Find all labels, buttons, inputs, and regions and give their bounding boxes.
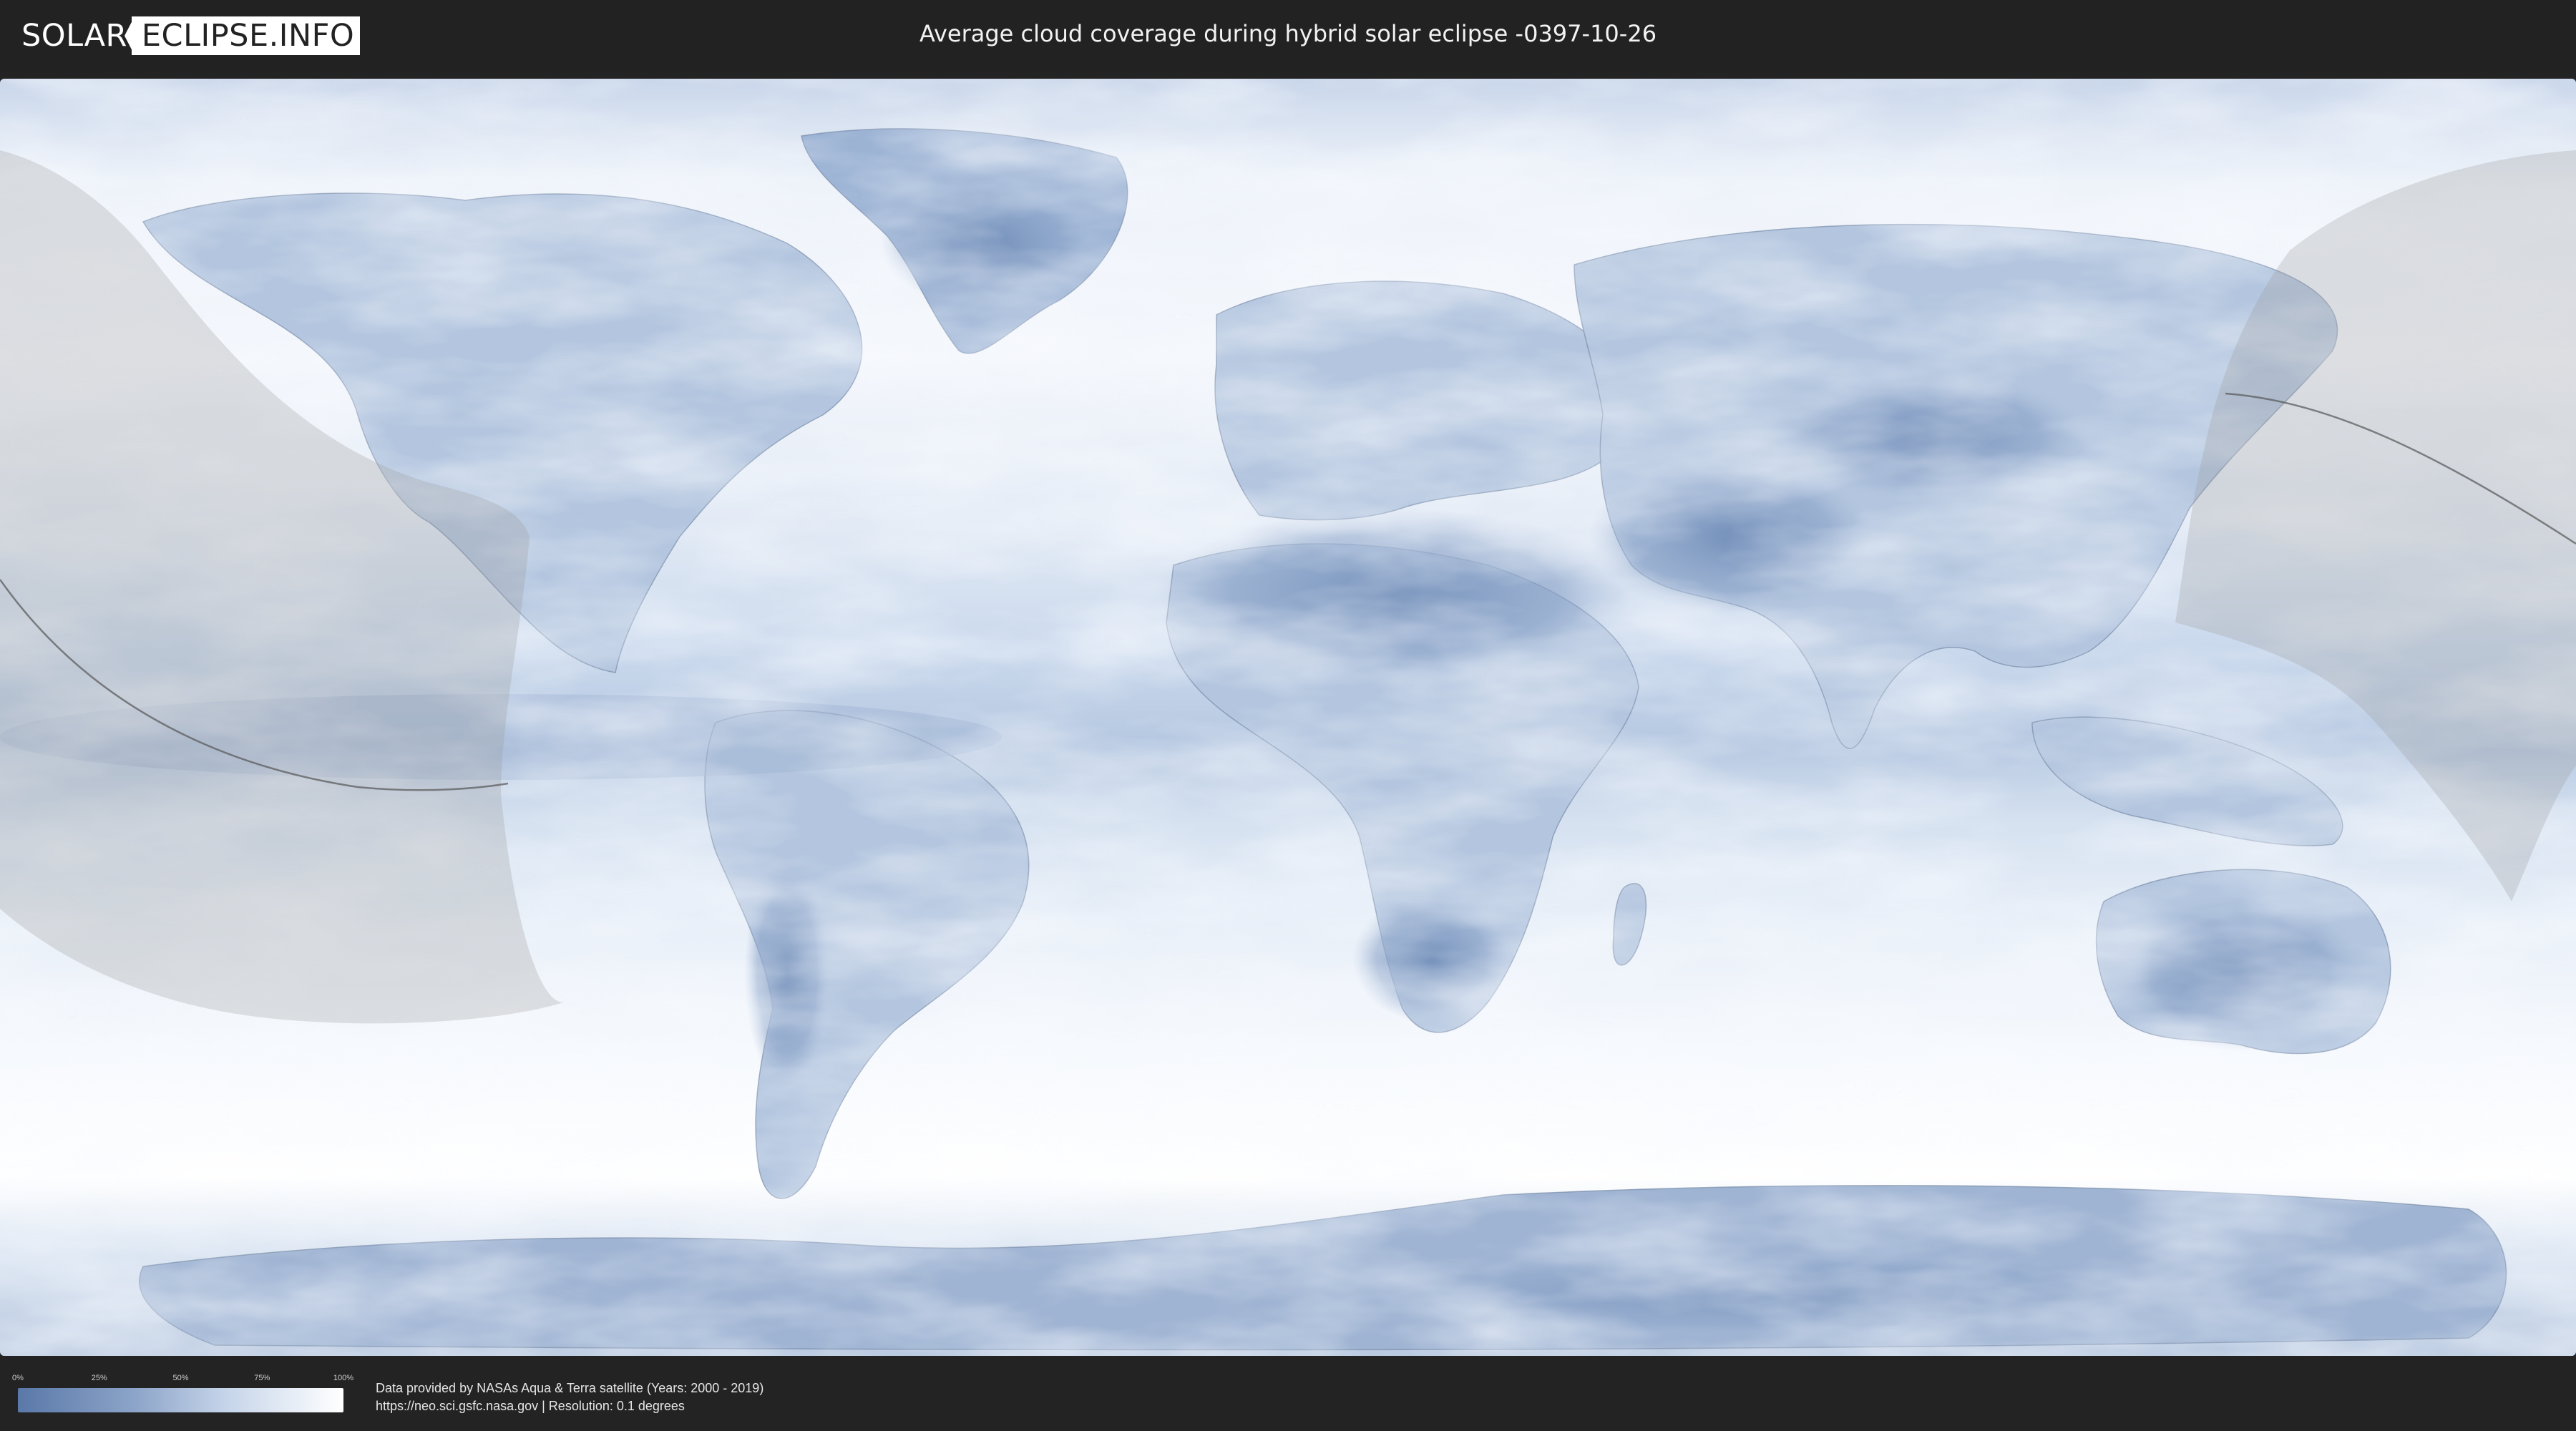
data-credits: Data provided by NASAs Aqua & Terra sate… xyxy=(376,1379,763,1415)
credits-line-source: Data provided by NASAs Aqua & Terra sate… xyxy=(376,1381,764,1395)
page-title: Average cloud coverage during hybrid sol… xyxy=(919,20,1657,47)
header: SOLAR ECLIPSE.INFO Average cloud coverag… xyxy=(0,0,2576,72)
legend-tick-100: 100% xyxy=(333,1374,354,1382)
legend-color-bar xyxy=(18,1388,343,1412)
legend-tick-labels: 0% 25% 50% 75% 100% xyxy=(12,1374,353,1388)
cloud-coverage-legend: 0% 25% 50% 75% 100% xyxy=(12,1374,353,1412)
credits-line-url[interactable]: https://neo.sci.gsfc.nasa.gov | Resoluti… xyxy=(376,1397,763,1415)
map-canvas xyxy=(0,79,2576,1356)
legend-tick-0: 0% xyxy=(12,1374,24,1382)
legend-tick-75: 75% xyxy=(254,1374,270,1382)
footer: 0% 25% 50% 75% 100% Data provided by NAS… xyxy=(0,1359,2576,1431)
cloud-coverage-map[interactable] xyxy=(0,79,2576,1356)
legend-tick-25: 25% xyxy=(91,1374,107,1382)
legend-tick-50: 50% xyxy=(172,1374,189,1382)
